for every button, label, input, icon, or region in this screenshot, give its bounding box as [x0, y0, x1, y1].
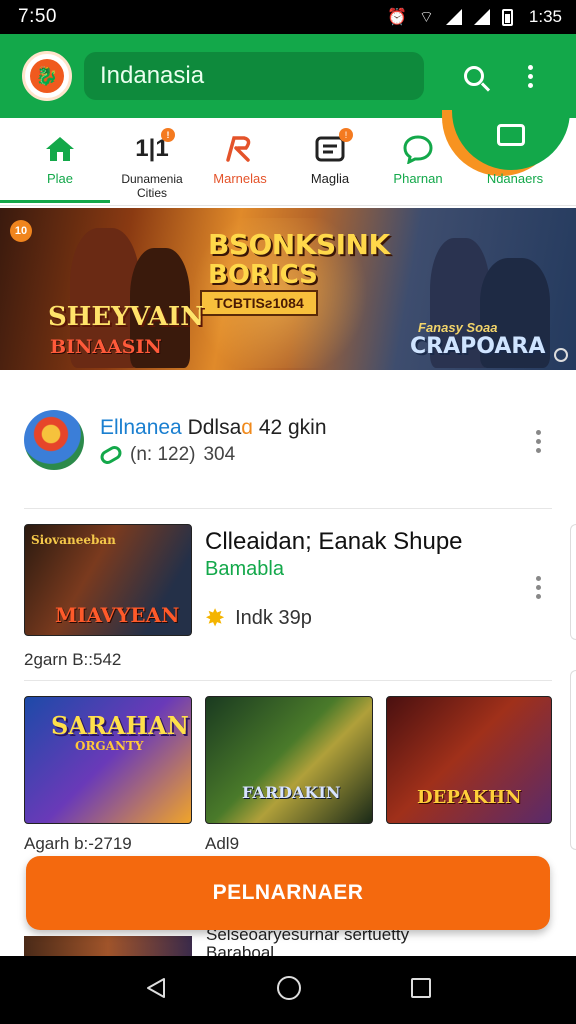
banner-badge: 10 [10, 220, 32, 242]
star-icon: ✸ [205, 605, 226, 632]
chart-icon: 1|1! [135, 128, 175, 166]
search-input-text: Indanasia [100, 62, 205, 89]
banner-title-2: BORICS [208, 260, 318, 290]
signal-icon-2 [473, 9, 490, 25]
search-input[interactable]: Indanasia [84, 52, 424, 100]
item-menu-button[interactable] [534, 430, 542, 453]
item-rating: ✸ Indk 39p [205, 605, 312, 632]
tab-maglia[interactable]: ! Maglia [292, 118, 368, 206]
tab-label: Marnelas [213, 171, 267, 186]
divider [24, 680, 552, 681]
scroll-edge [570, 670, 576, 850]
status-icons: ⏰ ⌔ 1:35 [387, 7, 562, 27]
card-caption: Adl9 [205, 834, 240, 853]
tab-label: Plae [46, 171, 74, 186]
item-title: Clleaidan; Eanak Shupe [205, 528, 463, 555]
tab-indicator [0, 200, 110, 203]
tab-marnelas[interactable]: Marnelas [200, 118, 280, 206]
banner-right-subtitle: Fanasy Soaa [418, 320, 498, 335]
banner-left-title: SHEYVAIN [48, 302, 204, 332]
more-vert-icon [527, 64, 533, 70]
category-tabs: Plae 1|1! Dunamenia Cities Marnelas ! Mag… [0, 104, 576, 206]
back-icon [147, 977, 165, 998]
list-item[interactable]: Siovaneeban MIAVYEAN Clleaidan; Eanak Sh… [24, 524, 554, 669]
game-thumbnail [24, 936, 192, 956]
scroll-edge [570, 524, 576, 640]
list-item[interactable]: Selseoaryesurnar sertuetty Baraboal [0, 926, 576, 956]
notification-dot: ! [161, 128, 175, 142]
status-time: 7:50 [18, 6, 57, 27]
item-menu-button[interactable] [534, 576, 542, 599]
tab-pharnan[interactable]: Pharnan [380, 118, 456, 206]
link-icon [97, 443, 125, 467]
avatar [24, 410, 84, 470]
wifi-icon: ⌔ [418, 9, 434, 26]
search-icon [464, 66, 484, 86]
tab-ndanaers[interactable]: Ndanaers [474, 118, 556, 206]
system-nav-bar [0, 956, 576, 1024]
item-caption: 2garn B::542 [24, 650, 122, 669]
dragon-logo-icon: 🐉 [30, 59, 64, 93]
list-item[interactable]: Ellnanea Ddlsaɑ 42 gkin (n: 122) 304 [24, 410, 554, 472]
home-button[interactable] [276, 975, 302, 1006]
item-meta: (n: 122) 304 [97, 443, 236, 467]
chat-icon [401, 132, 435, 166]
item-title: Ellnanea Ddlsaɑ 42 gkin [100, 416, 327, 439]
banner-tag: TCBTISƨ1084 [200, 290, 318, 316]
notification-dot: ! [339, 128, 353, 142]
item-meta-count: (n: 122) [130, 444, 196, 465]
app-logo[interactable]: 🐉 [22, 51, 72, 101]
status-clock: 1:35 [528, 7, 562, 26]
recents-icon [411, 977, 431, 998]
item-subtitle: Bamabla [205, 558, 284, 580]
tab-cities[interactable]: 1|1! Dunamenia Cities [108, 118, 196, 206]
back-button[interactable] [144, 976, 168, 1005]
banner-right-title: CRAPOARA [410, 334, 546, 359]
tab-label: Ndanaers [486, 171, 544, 186]
battery-icon [501, 8, 513, 26]
promo-banner[interactable]: 10 BSONKSINK BORICS TCBTISƨ1084 SHEYVAIN… [0, 208, 576, 370]
banner-left-subtitle: BINAASIN [50, 336, 162, 358]
banner-title: BSONKSINK [208, 228, 390, 261]
alarm-icon: ⏰ [386, 9, 407, 26]
screen: 7:50 ⏰ ⌔ 1:35 🐉 Indanasia Plae 1|1 ! Dun… [0, 0, 576, 1024]
status-bar: 7:50 ⏰ ⌔ 1:35 [0, 0, 576, 34]
tab-label: Pharnan [393, 171, 443, 186]
tab-label: Dunamenia Cities [121, 172, 183, 200]
recents-button[interactable] [410, 977, 432, 1004]
screen-icon: ! [313, 128, 353, 166]
tab-home[interactable]: Plae [20, 118, 100, 206]
item-title: Selseoaryesurnar sertuetty Baraboal [206, 925, 410, 957]
game-card[interactable]: FARDAKIN [205, 696, 373, 824]
signal-icon [445, 9, 462, 25]
game-grid: SARAHAN ORGANTY FARDAKIN DEPAKHN Agarh b… [24, 696, 554, 856]
tab-label: Maglia [310, 171, 350, 186]
overflow-menu-button[interactable] [510, 56, 550, 96]
game-card[interactable]: SARAHAN ORGANTY [24, 696, 192, 824]
game-thumbnail: Siovaneeban MIAVYEAN [24, 524, 192, 636]
primary-action-button[interactable]: PELNARNAER [26, 856, 550, 930]
game-card[interactable]: DEPAKHN [386, 696, 552, 824]
item-meta-value: 304 [203, 444, 236, 465]
home-circle-icon [277, 975, 301, 1000]
card-caption: Agarh b:-2719 [24, 834, 132, 853]
search-button[interactable] [454, 56, 494, 96]
brush-icon [223, 132, 257, 166]
primary-action-label: PELNARNAER [212, 881, 364, 904]
settings-icon[interactable] [554, 348, 568, 362]
divider [24, 508, 552, 509]
home-icon [43, 132, 77, 166]
